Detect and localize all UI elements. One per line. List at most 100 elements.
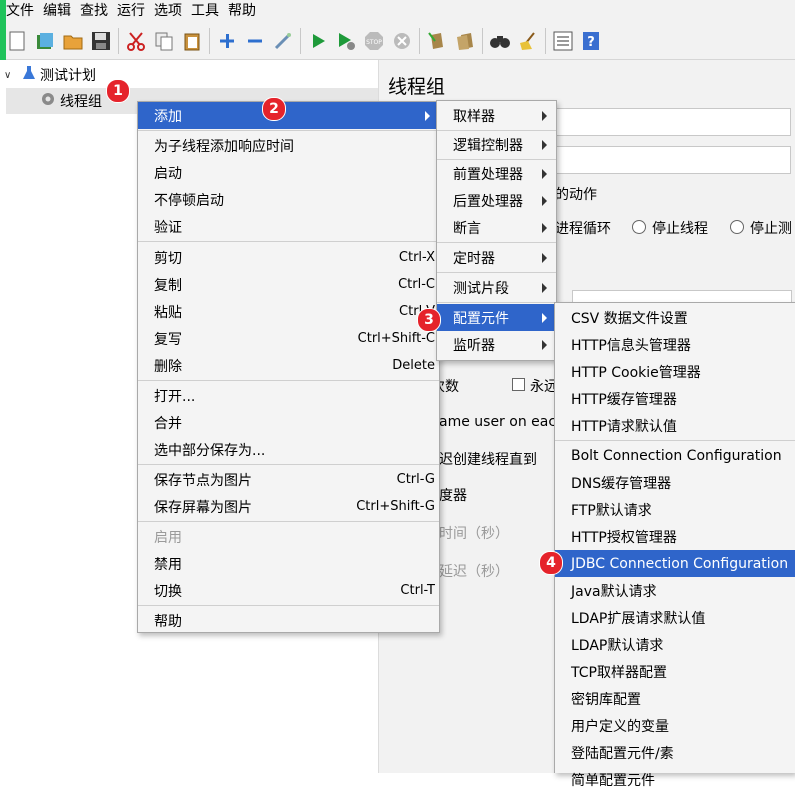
cut-icon[interactable] [125,30,147,52]
menu-item-start-no-pause[interactable]: 不停顿启动 [138,186,439,213]
page-title: 线程组 [388,76,446,98]
config-item-java-request-defaults[interactable]: Java默认请求 [555,577,795,604]
submenu-item-logic-controller[interactable]: 逻辑控制器 [437,131,556,158]
menu-item-paste[interactable]: 粘贴 Ctrl-V [138,298,439,325]
menu-item-label: CSV 数据文件设置 [571,310,688,327]
comment-field[interactable] [549,146,791,174]
radio-stop-thread[interactable] [632,220,646,234]
start-no-pause-icon[interactable] [335,30,357,52]
menu-options[interactable]: 选项 [148,0,182,22]
menu-item-label: 删除 [154,358,182,375]
menu-item-label: HTTP请求默认值 [571,418,677,435]
templates-icon[interactable] [34,30,56,52]
menu-item-start[interactable]: 启动 [138,159,439,186]
toggle-wand-icon[interactable] [272,30,294,52]
menu-run[interactable]: 运行 [111,0,145,22]
menu-item-add[interactable]: 添加 [138,102,439,129]
menu-edit[interactable]: 编辑 [37,0,71,22]
menu-item-merge[interactable]: 合并 [138,409,439,436]
menu-item-save-node-image[interactable]: 保存节点为图片 Ctrl-G [138,466,439,493]
menu-tools[interactable]: 工具 [185,0,219,22]
submenu-item-config-element[interactable]: 配置元件 [437,304,556,331]
config-item-ldap-defaults[interactable]: LDAP默认请求 [555,631,795,658]
forever-checkbox[interactable] [512,378,525,391]
menu-item-toggle[interactable]: 切换 Ctrl-T [138,577,439,604]
save-icon[interactable] [90,30,112,52]
config-item-http-cache-manager[interactable]: HTTP缓存管理器 [555,385,795,412]
config-item-jdbc-connection[interactable]: JDBC Connection Configuration [555,550,795,577]
menu-item-label: FTP默认请求 [571,502,652,519]
config-item-http-cookie-manager[interactable]: HTTP Cookie管理器 [555,358,795,385]
config-item-bolt-connection[interactable]: Bolt Connection Configuration [555,442,795,469]
menu-help[interactable]: 帮助 [222,0,256,22]
tree-node-test-plan[interactable]: ∨ 测试计划 [4,62,96,88]
radio-stop-thread-label: 停止线程 [652,221,708,237]
menu-item-label: 取样器 [453,108,495,125]
paste-icon[interactable] [181,30,203,52]
clear-icon[interactable] [426,30,448,52]
menu-item-help[interactable]: 帮助 [138,607,439,634]
menu-search[interactable]: 查找 [74,0,108,22]
menu-item-copy[interactable]: 复制 Ctrl-C [138,271,439,298]
config-item-keystore-config[interactable]: 密钥库配置 [555,685,795,712]
menu-item-delete[interactable]: 删除 Delete [138,352,439,379]
menu-item-cut[interactable]: 剪切 Ctrl-X [138,244,439,271]
menu-item-label: 逻辑控制器 [453,137,523,154]
menu-item-add-response-time[interactable]: 为子线程添加响应时间 [138,132,439,159]
config-item-http-header-manager[interactable]: HTTP信息头管理器 [555,331,795,358]
menu-separator [138,464,439,465]
toolbar-separator [209,27,210,54]
help-icon[interactable]: ? [580,30,602,52]
submenu-item-timer[interactable]: 定时器 [437,244,556,271]
submenu-item-pre-processor[interactable]: 前置处理器 [437,160,556,187]
menu-item-open[interactable]: 打开... [138,382,439,409]
config-item-ftp-request-defaults[interactable]: FTP默认请求 [555,496,795,523]
menu-item-save-selection[interactable]: 选中部分保存为... [138,436,439,463]
start-icon[interactable] [307,30,329,52]
menu-separator [138,521,439,522]
radio-stop-test[interactable] [730,220,744,234]
function-list-icon[interactable] [552,30,574,52]
config-item-login-config[interactable]: 登陆配置元件/素 [555,739,795,766]
shortcut-label: Ctrl+Shift-C [357,331,435,346]
menu-item-save-screen-image[interactable]: 保存屏幕为图片 Ctrl+Shift-G [138,493,439,520]
expand-plus-icon[interactable] [216,30,238,52]
config-item-simple-config[interactable]: 简单配置元件 [555,766,795,793]
collapse-minus-icon[interactable] [244,30,266,52]
tree-child-label: 线程组 [60,94,102,110]
menu-item-duplicate[interactable]: 复写 Ctrl+Shift-C [138,325,439,352]
menu-item-disable[interactable]: 禁用 [138,550,439,577]
clear-all-icon[interactable] [454,30,476,52]
chevron-down-icon[interactable]: ∨ [4,70,18,81]
open-folder-icon[interactable] [62,30,84,52]
submenu-item-post-processor[interactable]: 后置处理器 [437,187,556,214]
config-item-tcp-sampler-config[interactable]: TCP取样器配置 [555,658,795,685]
menu-item-enable: 启用 [138,523,439,550]
stop-icon[interactable]: STOP [363,30,385,52]
submenu-item-listener[interactable]: 监听器 [437,331,556,358]
config-item-dns-cache-manager[interactable]: DNS缓存管理器 [555,469,795,496]
name-field[interactable] [549,108,791,136]
config-item-http-auth-manager[interactable]: HTTP授权管理器 [555,523,795,550]
config-item-http-request-defaults[interactable]: HTTP请求默认值 [555,412,795,439]
submenu-arrow-icon [542,253,547,263]
menu-item-validate[interactable]: 验证 [138,213,439,240]
config-item-user-defined-variables[interactable]: 用户定义的变量 [555,712,795,739]
new-file-icon[interactable] [6,30,28,52]
menu-item-label: 监听器 [453,337,495,354]
shortcut-label: Ctrl-C [398,277,435,292]
submenu-item-assertion[interactable]: 断言 [437,214,556,241]
copy-icon[interactable] [153,30,175,52]
submenu-arrow-icon [542,223,547,233]
reset-search-broom-icon[interactable] [517,30,539,52]
shutdown-icon[interactable] [391,30,413,52]
submenu-arrow-icon [542,169,547,179]
submenu-item-test-fragment[interactable]: 测试片段 [437,274,556,301]
menu-item-label: 粘贴 [154,304,182,321]
menubar: 文件 编辑 查找 运行 选项 工具 帮助 [0,0,795,22]
menu-item-label: 禁用 [154,556,182,573]
binoculars-search-icon[interactable] [489,30,511,52]
submenu-item-sampler[interactable]: 取样器 [437,102,556,129]
config-item-csv-data-set[interactable]: CSV 数据文件设置 [555,304,795,331]
config-item-ldap-extended-defaults[interactable]: LDAP扩展请求默认值 [555,604,795,631]
